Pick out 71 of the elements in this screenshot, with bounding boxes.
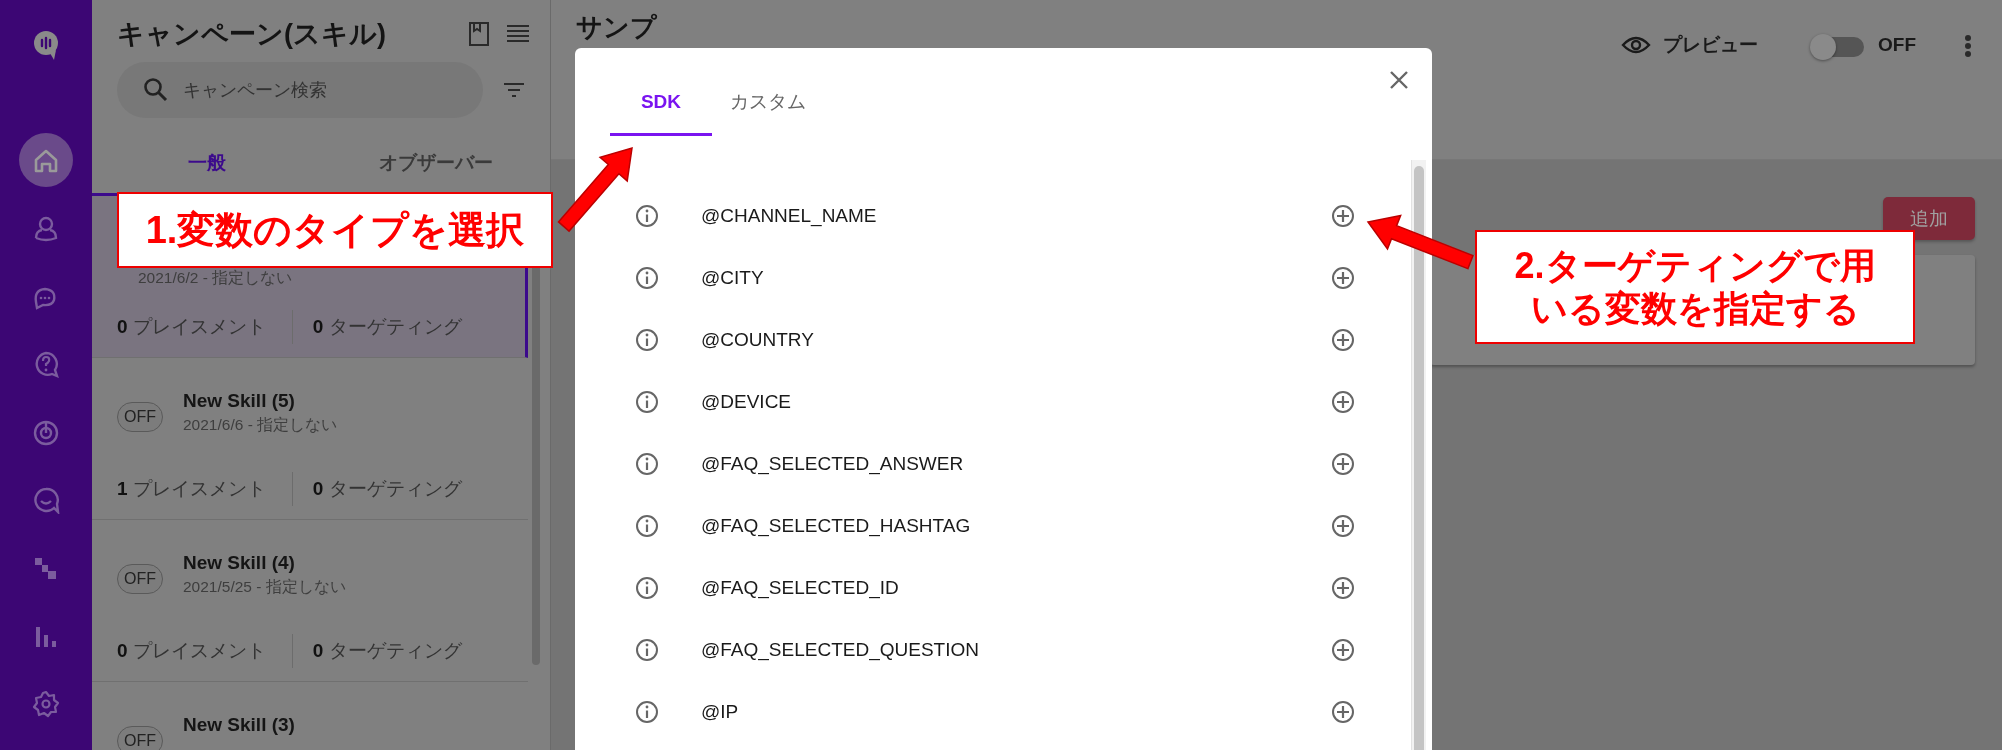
add-button[interactable]: 追加 bbox=[1883, 197, 1975, 240]
filter-icon[interactable] bbox=[503, 82, 525, 98]
targeting-count: 0 ターゲティング bbox=[312, 477, 462, 501]
callout-tooltip: 2.ターゲティングで用いる変数を指定する bbox=[1475, 230, 1915, 344]
search-field[interactable]: キャンペーン検索 bbox=[117, 62, 483, 118]
info-icon[interactable] bbox=[635, 514, 659, 538]
info-icon[interactable] bbox=[635, 452, 659, 476]
add-icon[interactable] bbox=[1331, 638, 1355, 662]
toggle-switch[interactable] bbox=[1810, 34, 1864, 60]
campaign-date: 2021/6/2 - 指定しない bbox=[138, 268, 293, 288]
eye-icon[interactable] bbox=[1621, 35, 1651, 55]
close-icon[interactable] bbox=[1389, 70, 1409, 90]
add-icon[interactable] bbox=[1331, 576, 1355, 600]
info-icon[interactable] bbox=[635, 204, 659, 228]
targeting-count: 0 ターゲティング bbox=[312, 639, 462, 663]
campaign-name: New Skill (5) bbox=[183, 390, 296, 412]
search-icon bbox=[143, 77, 169, 103]
campaign-name: New Skill (3) bbox=[183, 714, 295, 736]
placement-count: 0 プレイスメント bbox=[117, 315, 266, 339]
person-icon[interactable] bbox=[32, 214, 60, 242]
logo-icon bbox=[32, 30, 60, 60]
campaign-date: 2021/6/6 - 指定しない bbox=[183, 415, 338, 435]
campaign-item[interactable]: OFF New Skill (4) 2021/5/25 - 指定しない 0 プレイスメント 0 ターゲティング bbox=[92, 520, 528, 682]
panel-title: キャンペーン(スキル) bbox=[117, 18, 387, 51]
dialog-tab[interactable]: SDK bbox=[610, 70, 712, 136]
campaign-name: New Skill (4) bbox=[183, 552, 296, 574]
campaign-item[interactable]: OFF New Skill (3) bbox=[92, 682, 528, 750]
info-icon[interactable] bbox=[635, 390, 659, 414]
variable-name: @COUNTRY bbox=[701, 329, 815, 351]
toggle-label: OFF bbox=[1878, 34, 1916, 56]
add-icon[interactable] bbox=[1331, 390, 1355, 414]
variable-name: @FAQ_SELECTED_QUESTION bbox=[701, 639, 980, 661]
smile-chat-icon[interactable] bbox=[32, 486, 60, 514]
info-icon[interactable] bbox=[635, 638, 659, 662]
add-icon[interactable] bbox=[1331, 452, 1355, 476]
info-icon[interactable] bbox=[635, 700, 659, 724]
status-toggle[interactable]: OFF bbox=[117, 726, 163, 750]
callout-tooltip: 1.変数のタイプを選択 bbox=[117, 192, 553, 268]
list-icon[interactable] bbox=[506, 23, 530, 45]
variable-name: @IP bbox=[701, 701, 740, 723]
variable-name: @FAQ_SELECTED_HASHTAG bbox=[701, 515, 972, 537]
status-toggle[interactable]: OFF bbox=[117, 402, 163, 432]
variable-name: @CHANNEL_NAME bbox=[701, 205, 878, 227]
placement-count: 1 プレイスメント bbox=[117, 477, 266, 501]
page-title: サンプ bbox=[576, 12, 658, 42]
add-icon[interactable] bbox=[1331, 514, 1355, 538]
target-icon[interactable] bbox=[32, 418, 60, 446]
placement-count: 0 プレイスメント bbox=[117, 639, 266, 663]
scrollbar[interactable] bbox=[1411, 160, 1426, 750]
book-icon[interactable] bbox=[468, 21, 490, 47]
status-toggle[interactable]: OFF bbox=[117, 564, 163, 594]
more-icon[interactable] bbox=[1964, 34, 1972, 58]
preview-label[interactable]: プレビュー bbox=[1663, 32, 1758, 58]
targeting-count: 0 ターゲティング bbox=[312, 315, 462, 339]
add-icon[interactable] bbox=[1331, 328, 1355, 352]
campaign-date: 2021/5/25 - 指定しない bbox=[183, 577, 346, 597]
gear-icon[interactable] bbox=[32, 690, 60, 718]
info-icon[interactable] bbox=[635, 328, 659, 352]
nav-button[interactable] bbox=[19, 133, 73, 187]
add-icon[interactable] bbox=[1331, 204, 1355, 228]
variable-name: @FAQ_SELECTED_ID bbox=[701, 577, 900, 599]
variable-name: @CITY bbox=[701, 267, 765, 289]
variable-name: @DEVICE bbox=[701, 391, 793, 413]
info-icon[interactable] bbox=[635, 576, 659, 600]
dialog-tab[interactable]: カスタム bbox=[712, 70, 824, 136]
help-bubble-icon[interactable] bbox=[32, 350, 60, 378]
campaign-item[interactable]: OFF New Skill (5) 2021/6/6 - 指定しない 1 プレイスメント 0 ターゲティング bbox=[92, 358, 528, 520]
variable-name: @FAQ_SELECTED_ANSWER bbox=[701, 453, 965, 475]
add-icon[interactable] bbox=[1331, 700, 1355, 724]
info-icon[interactable] bbox=[635, 266, 659, 290]
add-icon[interactable] bbox=[1331, 266, 1355, 290]
